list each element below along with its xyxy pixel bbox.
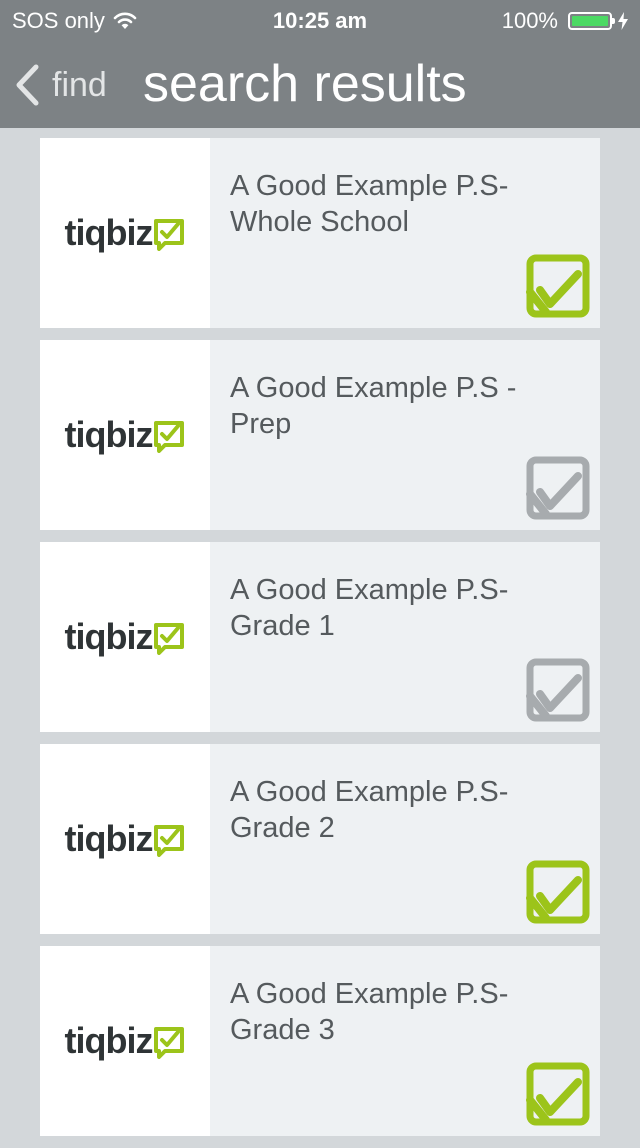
logo-text: tiqbiz — [64, 212, 154, 253]
tiqbiz-logo-icon — [154, 825, 185, 857]
battery-icon — [568, 12, 615, 30]
tiqbiz-logo-icon — [154, 623, 185, 655]
tiqbiz-logo: tiqbiz — [65, 616, 186, 658]
tiqbiz-logo-icon — [154, 1027, 185, 1059]
logo-text: tiqbiz — [64, 1020, 154, 1061]
logo-text: tiqbiz — [64, 616, 154, 657]
subscribed-checkbox-icon[interactable] — [526, 1062, 590, 1126]
battery-level — [572, 16, 608, 26]
tiqbiz-logo: tiqbiz — [65, 1020, 186, 1062]
logo-area: tiqbiz — [40, 138, 210, 328]
result-item[interactable]: tiqbiz A Good Example P.S - Prep — [40, 340, 600, 530]
chevron-left-icon — [16, 64, 39, 106]
status-bar: SOS only 10:25 am 100% — [0, 0, 640, 40]
charging-icon — [618, 12, 628, 30]
subscribed-checkbox-icon[interactable] — [526, 254, 590, 318]
logo-area: tiqbiz — [40, 946, 210, 1136]
result-item[interactable]: tiqbiz A Good Example P.S- Whole School — [40, 138, 600, 328]
battery-percent: 100% — [501, 8, 558, 33]
tiqbiz-logo: tiqbiz — [65, 414, 186, 456]
navigation-bar: find search results — [0, 40, 640, 128]
result-item[interactable]: tiqbiz A Good Example P.S- Grade 2 — [40, 744, 600, 934]
logo-area: tiqbiz — [40, 542, 210, 732]
result-name: A Good Example P.S- Grade 2 — [230, 776, 509, 844]
tiqbiz-logo-icon — [154, 421, 185, 453]
logo-text: tiqbiz — [64, 818, 154, 859]
battery-status: 100% — [502, 8, 628, 34]
result-name: A Good Example P.S- Grade 1 — [230, 574, 509, 642]
result-name: A Good Example P.S - Prep — [230, 372, 517, 440]
result-item[interactable]: tiqbiz A Good Example P.S- Grade 3 — [40, 946, 600, 1136]
results-list: tiqbiz A Good Example P.S- Whole School … — [40, 138, 600, 1148]
unsubscribed-checkbox-icon[interactable] — [526, 456, 590, 520]
tiqbiz-logo: tiqbiz — [65, 818, 186, 860]
tiqbiz-logo: tiqbiz — [65, 212, 186, 254]
subscribed-checkbox-icon[interactable] — [526, 860, 590, 924]
back-button-label: find — [52, 65, 107, 104]
result-name: A Good Example P.S- Grade 3 — [230, 978, 509, 1046]
tiqbiz-logo-icon — [154, 219, 185, 251]
back-button[interactable]: find — [14, 62, 107, 108]
logo-text: tiqbiz — [64, 414, 154, 455]
page-title: search results — [143, 55, 467, 113]
logo-area: tiqbiz — [40, 744, 210, 934]
logo-area: tiqbiz — [40, 340, 210, 530]
result-item[interactable]: tiqbiz A Good Example P.S- Grade 1 — [40, 542, 600, 732]
unsubscribed-checkbox-icon[interactable] — [526, 658, 590, 722]
result-name: A Good Example P.S- Whole School — [230, 170, 509, 238]
